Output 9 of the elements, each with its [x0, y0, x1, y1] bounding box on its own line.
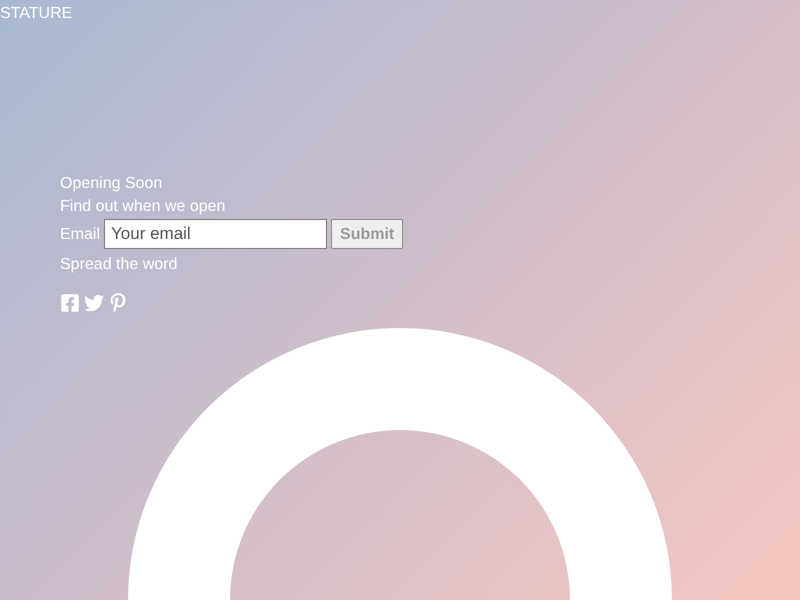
subheading: Find out when we open	[60, 197, 226, 217]
email-label: Email	[60, 224, 100, 244]
twitter-icon[interactable]	[84, 293, 104, 313]
email-field[interactable]: Your email	[104, 219, 328, 249]
facebook-icon[interactable]	[60, 293, 80, 313]
brand-logo: STATURE	[0, 4, 72, 24]
pinterest-icon[interactable]	[108, 293, 128, 313]
heading: Opening Soon	[60, 174, 162, 194]
share-label: Spread the word	[60, 255, 178, 275]
